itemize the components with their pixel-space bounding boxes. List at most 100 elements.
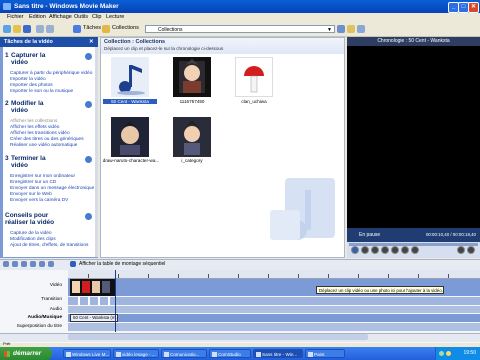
- collapse-icon[interactable]: [85, 156, 92, 163]
- collapse-icon[interactable]: [85, 213, 92, 220]
- clip-label: i_category: [181, 158, 203, 163]
- link-capture-device[interactable]: Capturer à partir du périphérique vidéo: [10, 71, 92, 76]
- link-tip-titles[interactable]: Ajout de titres, d'effets, de transition…: [10, 243, 88, 248]
- link-save-computer[interactable]: Enregistrer sur mon ordinateur: [10, 174, 75, 179]
- transition-track[interactable]: [68, 297, 480, 305]
- link-automovie[interactable]: Réaliser une vidéo automatique: [10, 143, 77, 148]
- play-icon[interactable]: [351, 246, 359, 254]
- section-1-title-2[interactable]: vidéo: [11, 59, 28, 66]
- new-project-icon[interactable]: [3, 25, 11, 33]
- volume-icon[interactable]: [446, 351, 451, 356]
- task-pane-scrollbar[interactable]: [95, 47, 98, 257]
- collections-icon[interactable]: [102, 25, 110, 33]
- network-icon[interactable]: [439, 351, 444, 356]
- close-button[interactable]: ✕: [468, 2, 479, 13]
- next-frame-icon[interactable]: [381, 246, 389, 254]
- redo-icon[interactable]: [46, 25, 54, 33]
- save-icon[interactable]: [23, 25, 31, 33]
- collapse-icon[interactable]: [85, 101, 92, 108]
- link-send-dv[interactable]: Envoyer vers la caméra DV: [10, 198, 68, 203]
- link-show-effects[interactable]: Afficher les effets vidéo: [10, 125, 59, 130]
- views-icon[interactable]: [357, 25, 365, 33]
- taskbar-button-active[interactable]: Sans titre - Win...: [253, 349, 303, 358]
- clip-image-thumbnail[interactable]: [111, 117, 149, 157]
- show-storyboard-button[interactable]: Afficher la table de montage séquentiel: [79, 261, 165, 267]
- collapse-icon[interactable]: [85, 53, 92, 60]
- stop-icon[interactable]: [361, 246, 369, 254]
- tasks-button[interactable]: Tâches: [83, 24, 101, 33]
- link-tip-capture[interactable]: Capture de la vidéo: [10, 231, 52, 236]
- title-overlay-track[interactable]: [68, 323, 480, 331]
- link-import-photos[interactable]: Importer des photos: [10, 83, 53, 88]
- section-tips-title-2[interactable]: réaliser la vidéo: [5, 219, 54, 226]
- undo-icon[interactable]: [36, 25, 44, 33]
- link-import-video[interactable]: Importer la vidéo: [10, 77, 46, 82]
- snapshot-icon[interactable]: [467, 246, 475, 254]
- audio-levels-icon[interactable]: [48, 261, 54, 267]
- section-2-title-2[interactable]: vidéo: [11, 107, 28, 114]
- link-show-transitions[interactable]: Afficher les transitions vidéo: [10, 131, 70, 136]
- clip-label: 50 Cent - Wanksta: [103, 99, 157, 104]
- clan-emblem-image: [244, 66, 264, 93]
- movie-maker-icon: [256, 352, 261, 357]
- zoom-icon[interactable]: [3, 261, 9, 267]
- music-clip[interactable]: 50 Cent - Wanksta (m...: [70, 314, 118, 322]
- taskbar-button[interactable]: Comunicatio...: [161, 349, 207, 358]
- start-button[interactable]: démarrer: [0, 347, 52, 360]
- taskbar-button[interactable]: vidéo lesage - ...: [113, 349, 159, 358]
- narrate-icon[interactable]: [39, 261, 45, 267]
- open-project-icon[interactable]: [13, 25, 21, 33]
- clip-music-thumbnail[interactable]: [111, 57, 149, 97]
- video-clip[interactable]: [70, 279, 116, 296]
- previous-frame-icon[interactable]: [371, 246, 379, 254]
- rewind-timeline-icon[interactable]: [21, 261, 27, 267]
- music-track[interactable]: [68, 314, 480, 322]
- taskbar-button[interactable]: Windows Live M...: [63, 349, 111, 358]
- fullscreen-icon[interactable]: [411, 246, 419, 254]
- zoom-out-icon[interactable]: [12, 261, 18, 267]
- section-2-title[interactable]: Modifier la: [11, 100, 44, 107]
- split-icon[interactable]: [457, 246, 465, 254]
- clip-label: 1116757450: [179, 99, 205, 104]
- clip-image-thumbnail[interactable]: [173, 117, 211, 157]
- play-timeline-icon[interactable]: [30, 261, 36, 267]
- collections-button[interactable]: Collections: [112, 24, 139, 33]
- collections-select[interactable]: Collections ▼: [145, 25, 335, 33]
- link-show-collections[interactable]: Afficher les collections: [10, 119, 57, 124]
- link-create-titles[interactable]: Créer des titres ou des génériques: [10, 137, 84, 142]
- menu-edition[interactable]: Edition: [29, 14, 46, 20]
- section-3-title[interactable]: Terminer la: [11, 155, 46, 162]
- new-folder-icon[interactable]: [347, 25, 355, 33]
- preview-title: Chronologie : 50 Cent - Wanksta: [347, 37, 480, 46]
- taskbar-button[interactable]: ComStudio: [209, 349, 251, 358]
- up-folder-icon[interactable]: [337, 25, 345, 33]
- link-send-web[interactable]: Envoyer sur le Web: [10, 192, 52, 197]
- menu-clip[interactable]: Clip: [92, 14, 101, 20]
- rewind-icon[interactable]: [391, 246, 399, 254]
- menu-fichier[interactable]: Fichier: [7, 14, 24, 20]
- menu-outils[interactable]: Outils: [74, 14, 88, 20]
- link-import-audio[interactable]: Importer le son ou la musique: [10, 89, 73, 94]
- audio-track[interactable]: [68, 306, 480, 313]
- section-3-title-2[interactable]: vidéo: [11, 162, 28, 169]
- section-1-number: 1: [5, 52, 9, 59]
- time-ruler[interactable]: [68, 270, 480, 279]
- link-save-cd[interactable]: Enregistrer sur un CD: [10, 180, 56, 185]
- link-tip-edit[interactable]: Modification des clips: [10, 237, 56, 242]
- clip-image-thumbnail[interactable]: [173, 57, 211, 97]
- menu-affichage[interactable]: Affichage: [49, 14, 72, 20]
- link-send-email[interactable]: Envoyer dans un message électronique: [10, 186, 94, 191]
- section-tips-title[interactable]: Conseils pour: [5, 212, 48, 219]
- taskbar-button[interactable]: Paint: [305, 349, 345, 358]
- close-pane-icon[interactable]: ✕: [89, 37, 94, 47]
- clip-image-thumbnail[interactable]: [235, 57, 273, 97]
- tasks-icon[interactable]: [73, 25, 81, 33]
- scroll-thumb[interactable]: [68, 334, 368, 340]
- fast-forward-icon[interactable]: [401, 246, 409, 254]
- storyboard-icon[interactable]: [70, 261, 76, 267]
- collections-select-value: Collections: [158, 27, 183, 33]
- playhead[interactable]: [115, 270, 116, 332]
- transition-marker: [98, 297, 100, 305]
- menu-lecture[interactable]: Lecture: [106, 14, 124, 20]
- section-1-title[interactable]: Capturer la: [11, 52, 45, 59]
